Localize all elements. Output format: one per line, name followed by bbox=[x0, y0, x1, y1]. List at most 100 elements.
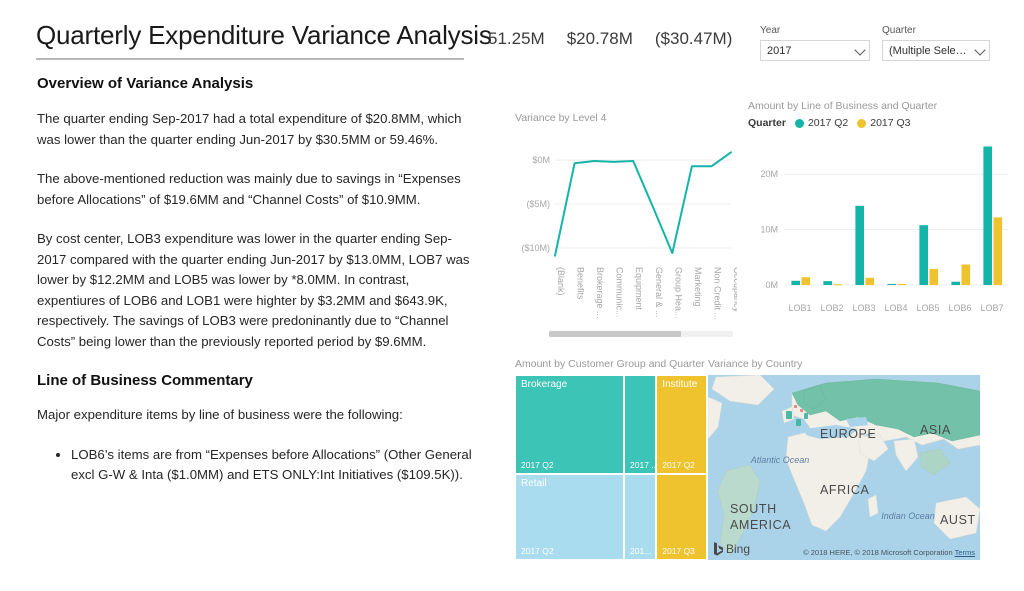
treemap-quarter-label: 2017 Q2 bbox=[521, 459, 554, 470]
map-geometry bbox=[708, 375, 980, 556]
treemap-group-label: Retail bbox=[521, 477, 547, 489]
slicer-year-dropdown[interactable]: 2017 bbox=[760, 40, 870, 61]
y-axis-tick-label: 20M bbox=[760, 169, 778, 179]
x-axis-tick-label: LOB3 bbox=[852, 303, 875, 313]
treemap-node-institute-2017q3[interactable]: 2017 Q3 bbox=[656, 473, 707, 560]
scrollbar-thumb[interactable] bbox=[549, 331, 681, 337]
x-axis-tick-label: Marketing bbox=[693, 267, 703, 307]
bar-LOB7-2017-Q3[interactable] bbox=[993, 217, 1003, 285]
list-item: LOB6’s items are from “Expenses before A… bbox=[71, 445, 477, 486]
page-title: Quarterly Expenditure Variance Analysis bbox=[36, 20, 492, 50]
kpi-variance: ($30.47M) bbox=[654, 29, 733, 48]
x-axis-tick-label: LOB1 bbox=[788, 303, 811, 313]
title-divider bbox=[36, 58, 464, 60]
legend-swatch-icon bbox=[794, 118, 804, 128]
bar-LOB2-2017-Q2[interactable] bbox=[823, 281, 832, 285]
visual-title: Variance by Level 4 bbox=[515, 112, 607, 124]
legend-label: 2017 Q3 bbox=[870, 117, 911, 129]
x-axis-tick-label: Group Hea... bbox=[673, 267, 683, 319]
visual-variance-by-level-4[interactable]: Variance by Level 4 $0M ($5M) ($10M) (Blank… bbox=[515, 112, 742, 337]
bar-LOB4-2017-Q2[interactable] bbox=[887, 283, 896, 285]
bar-LOB5-2017-Q2[interactable] bbox=[919, 225, 928, 285]
visual-amount-by-lob-and-quarter[interactable]: Amount by Line of Business and Quarter Q… bbox=[748, 100, 1018, 337]
line-chart-canvas[interactable]: $0M ($5M) ($10M) (Blank) Benefits Brokerage .… bbox=[515, 129, 742, 329]
x-axis-tick-label: General & ... bbox=[654, 267, 664, 318]
treemap-node-institute-2017q2[interactable]: Institute 2017 Q2 bbox=[656, 375, 707, 474]
line-chart-scrollbar[interactable] bbox=[549, 331, 733, 337]
slicer-year: Year 2017 bbox=[760, 25, 870, 61]
kpi-row: 51.25M $20.78M ($30.47M) bbox=[488, 29, 732, 49]
treemap-quarter-label: 2017 Q2 bbox=[521, 545, 554, 556]
visual-variance-by-country[interactable]: Variance by Country EUROPE ASIA AFRICA S… bbox=[708, 358, 984, 563]
visual-title: Amount by Line of Business and Quarter bbox=[748, 100, 938, 112]
x-axis-tick-label: LOB4 bbox=[884, 303, 907, 313]
visual-amount-by-customer-group[interactable]: Amount by Customer Group and Quarter Bro… bbox=[515, 358, 711, 563]
treemap-quarter-label: 201... bbox=[630, 545, 652, 556]
legend-item-q3[interactable]: 2017 Q3 bbox=[857, 117, 911, 129]
narrative-bullet-list: LOB6’s items are from “Expenses before A… bbox=[37, 445, 477, 486]
bar-LOB5-2017-Q3[interactable] bbox=[929, 268, 939, 285]
bar-LOB4-2017-Q3[interactable] bbox=[897, 283, 907, 285]
y-axis-tick-label: 0M bbox=[765, 280, 778, 290]
narrative-panel: Overview of Variance Analysis The quarte… bbox=[37, 74, 477, 486]
bing-label: Bing bbox=[726, 542, 751, 556]
y-axis-tick-label: 10M bbox=[760, 225, 778, 235]
slicer-quarter-label: Quarter bbox=[882, 25, 916, 36]
x-axis-tick-label: LOB7 bbox=[980, 303, 1003, 313]
narrative-heading-commentary: Line of Business Commentary bbox=[37, 372, 253, 389]
treemap-group-label: Brokerage bbox=[521, 379, 568, 390]
treemap-node-brokerage-2017q2[interactable]: Brokerage 2017 Q2 bbox=[515, 375, 625, 474]
treemap-node-brokerage-2017[interactable]: 2017 ... bbox=[624, 375, 657, 474]
bing-icon bbox=[714, 542, 723, 556]
report-page: Quarterly Expenditure Variance Analysis … bbox=[0, 0, 1024, 591]
x-axis-tick-label: LOB6 bbox=[948, 303, 971, 313]
visual-title: Amount by Customer Group and Quarter bbox=[515, 358, 705, 370]
narrative-heading-overview: Overview of Variance Analysis bbox=[37, 75, 254, 92]
visual-title: Variance by Country bbox=[708, 358, 803, 370]
treemap-canvas[interactable]: Brokerage 2017 Q2 2017 ... Institute 2017 Q2… bbox=[515, 375, 707, 560]
bing-logo[interactable]: Bing bbox=[714, 542, 750, 556]
legend-item-q2[interactable]: 2017 Q2 bbox=[794, 117, 849, 129]
treemap-group-label: Institute bbox=[662, 379, 698, 390]
bar-chart-canvas[interactable]: 0M 10M 20M LOB1 LOB2 LOB3 LOB4 LOB5 LOB6 LOB7 bbox=[748, 131, 1016, 327]
bar-LOB6-2017-Q3[interactable] bbox=[961, 264, 971, 286]
bar-LOB3-2017-Q2[interactable] bbox=[855, 205, 864, 285]
narrative-paragraph-2: The above-mentioned reduction was mainly… bbox=[37, 171, 461, 207]
legend-label: 2017 Q2 bbox=[807, 117, 849, 129]
kpi-total-current: $20.78M bbox=[566, 29, 633, 48]
x-axis-tick-label: Equipment bbox=[634, 267, 644, 311]
y-axis-tick-label: $0M bbox=[532, 155, 550, 165]
bar-LOB1-2017-Q3[interactable] bbox=[801, 277, 811, 285]
map-terms-link[interactable]: Terms bbox=[955, 548, 975, 557]
map-canvas[interactable]: EUROPE ASIA AFRICA SOUTH AMERICA AUST At… bbox=[708, 375, 980, 560]
bar-LOB6-2017-Q2[interactable] bbox=[951, 281, 960, 285]
chevron-down-icon bbox=[974, 43, 986, 56]
x-axis-tick-label: Benefits bbox=[576, 267, 586, 300]
narrative-paragraph-4: Major expenditure items by line of busin… bbox=[37, 407, 403, 422]
x-axis-tick-label: Brokerage ... bbox=[595, 267, 605, 319]
x-axis-tick-label: (Blank) bbox=[556, 267, 566, 296]
map-attribution-text: © 2018 HERE, © 2018 Microsoft Corporatio… bbox=[803, 548, 953, 557]
slicer-quarter-dropdown[interactable]: (Multiple Selectio... bbox=[882, 40, 990, 61]
bar-LOB1-2017-Q2[interactable] bbox=[791, 280, 800, 285]
x-axis-tick-label: Non Credit ... bbox=[712, 267, 722, 320]
chevron-down-icon bbox=[854, 43, 866, 56]
bar-LOB7-2017-Q2[interactable] bbox=[983, 146, 992, 286]
treemap-node-retail-2017q2[interactable]: Retail 2017 Q2 bbox=[515, 473, 625, 560]
legend-title: Quarter bbox=[748, 117, 786, 129]
x-axis-tick-label: LOB2 bbox=[820, 303, 843, 313]
slicer-quarter-value: (Multiple Selectio... bbox=[889, 44, 971, 57]
bar-LOB2-2017-Q3[interactable] bbox=[833, 284, 843, 286]
x-axis-tick-label: Communic... bbox=[615, 267, 625, 318]
treemap-quarter-label: 2017 Q3 bbox=[662, 545, 695, 556]
slicer-quarter: Quarter (Multiple Selectio... bbox=[882, 25, 990, 61]
slicer-year-value: 2017 bbox=[767, 44, 792, 57]
treemap-node-retail-201[interactable]: 201... bbox=[624, 473, 657, 560]
map-attribution: © 2018 HERE, © 2018 Microsoft Corporatio… bbox=[803, 548, 975, 557]
x-axis-tick-label: Occupancy bbox=[732, 267, 737, 313]
treemap-quarter-label: 2017 ... bbox=[630, 459, 657, 470]
narrative-paragraph-1: The quarter ending Sep-2017 had a total … bbox=[37, 111, 462, 147]
kpi-total-prior: 51.25M bbox=[488, 29, 545, 48]
chart-legend: Quarter 2017 Q2 2017 Q3 bbox=[748, 117, 1018, 129]
bar-LOB3-2017-Q3[interactable] bbox=[865, 277, 875, 285]
